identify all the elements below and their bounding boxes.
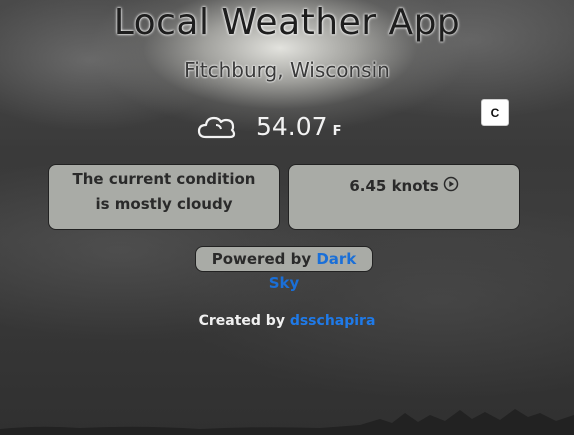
wind-card: 6.45 knots [288,164,520,230]
wind-speed: 6.45 knots [349,177,439,195]
app-title: Local Weather App [113,2,461,43]
temperature-unit: F [332,123,342,139]
play-circle-icon [443,176,458,191]
treeline-silhouette [0,409,574,435]
unit-toggle-button[interactable]: C [481,99,509,126]
powered-by-badge: Powered by Dark Sky [195,246,373,292]
credit-prefix: Created by [198,313,285,329]
condition-card: The current condition is mostly cloudy [48,164,280,230]
wind-row: 6.45 knots [349,174,458,199]
cloud-icon [197,116,236,139]
powered-by-prefix: Powered by [211,250,312,268]
author-link[interactable]: dsschapira [290,313,376,329]
temperature-value: 54.07 [256,111,328,141]
current-temperature-row: 54.07 F [196,108,341,144]
condition-text: The current condition is mostly cloudy [72,170,256,213]
location-label: Fitchburg, Wisconsin [184,58,390,82]
credit-line: Created by dsschapira [0,313,574,329]
